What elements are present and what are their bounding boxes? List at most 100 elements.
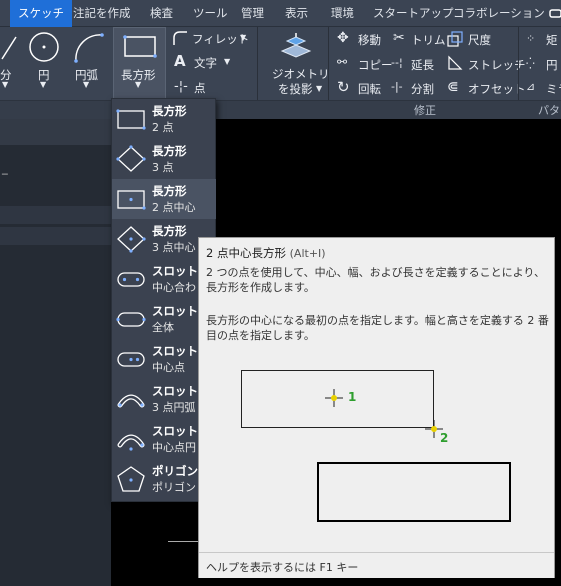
ribbon-panel-title-bar: 修正 パター <box>0 100 561 119</box>
tooltip-shortcut: (Alt+I) <box>289 247 326 260</box>
extend-icon[interactable]: --¦ <box>391 56 403 69</box>
overflow-icon[interactable] <box>549 8 561 19</box>
chevron-down-icon[interactable]: ▼ <box>240 33 246 42</box>
text-icon[interactable]: A <box>174 52 186 70</box>
rect-pattern-icon[interactable]: ⁘ <box>526 32 535 45</box>
rectangle-icon <box>123 35 157 58</box>
menu-item-rect-2point-center[interactable]: 長方形 2 点中心 <box>112 179 216 219</box>
tooltip-description: 2 つの点を使用して、中心、幅、および長さを定義することにより、長方形を作成しま… <box>206 266 545 294</box>
slot-center-point-arc-icon <box>117 434 145 451</box>
fillet-icon[interactable] <box>172 30 188 46</box>
project-geometry-icon[interactable] <box>279 31 313 61</box>
browser-dash: _ <box>2 161 8 175</box>
text-label[interactable]: 文字 <box>194 55 217 71</box>
rect-2point-center-icon <box>117 190 146 210</box>
chevron-down-icon[interactable]: ▼ <box>224 57 230 66</box>
ribbon-separator <box>518 27 519 100</box>
slot-3point-arc-icon <box>117 394 145 408</box>
tab-getstarted[interactable]: スタートアップ <box>373 0 454 27</box>
offset-label[interactable]: オフセット <box>468 81 526 97</box>
copy-icon[interactable]: ⚯ <box>337 55 347 69</box>
menu-item-title: ポリゴン <box>152 464 198 478</box>
tooltip-instructions: 長方形の中心になる最初の点を指定します。幅と高さを定義する 2 番目の点を指定し… <box>206 314 549 342</box>
slot-overall-icon <box>116 312 146 327</box>
circular-pattern-icon[interactable]: ⁛ <box>526 57 535 70</box>
tab-environment[interactable]: 環境 <box>331 0 354 27</box>
model-browser-panel: _ <box>0 119 111 586</box>
offset-icon[interactable]: ⋐ <box>447 79 459 95</box>
tab-annotate[interactable]: 注記を作成 <box>73 0 131 27</box>
mirror-icon[interactable]: ⊿ <box>526 80 535 93</box>
circle-icon[interactable] <box>28 31 62 65</box>
line-icon[interactable] <box>0 33 20 63</box>
mirror-label[interactable]: ミラ <box>546 81 561 97</box>
tab-view[interactable]: 表示 <box>285 0 308 27</box>
tab-tools[interactable]: ツール <box>193 0 228 27</box>
canvas-edge-line <box>168 541 198 542</box>
chevron-down-icon[interactable]: ▼ <box>2 80 8 89</box>
polygon-icon <box>117 466 145 492</box>
browser-row[interactable] <box>0 227 111 245</box>
project-geometry-label-2[interactable]: を投影 <box>278 81 313 97</box>
menu-item-title: スロット <box>152 424 198 438</box>
rect-pattern-label[interactable]: 矩 <box>546 32 558 48</box>
scale-icon[interactable] <box>447 31 463 47</box>
menu-item-title: スロット <box>152 264 198 278</box>
menu-item-subtitle: 2 点 <box>152 121 174 134</box>
project-geometry-label-1[interactable]: ジオメトリ <box>272 66 330 82</box>
menu-item-title: 長方形 <box>152 184 187 198</box>
tooltip-illustration <box>241 370 511 522</box>
tooltip-footer-text: ヘルプを表示するには F1 キー <box>206 561 359 574</box>
extend-label[interactable]: 延長 <box>411 57 434 73</box>
rect-2point-icon <box>116 109 146 130</box>
slot-center-point-icon <box>117 352 145 367</box>
stretch-icon[interactable] <box>447 55 463 71</box>
point-icon[interactable]: -¦- <box>174 79 188 94</box>
ribbon-separator <box>328 27 329 100</box>
tab-inspect[interactable]: 検査 <box>150 0 173 27</box>
point-label[interactable]: 点 <box>194 80 206 96</box>
menu-item-title: 長方形 <box>152 224 187 238</box>
menu-item-title: スロット <box>152 344 198 358</box>
move-label[interactable]: 移動 <box>358 32 381 48</box>
menu-item-rect-3point[interactable]: 長方形 3 点 <box>112 139 216 179</box>
tab-manage[interactable]: 管理 <box>241 0 264 27</box>
menu-item-title: スロット <box>152 304 198 318</box>
panel-title-modify[interactable]: 修正 <box>414 102 436 118</box>
circular-pattern-label[interactable]: 円 <box>546 57 558 73</box>
rotate-label[interactable]: 回転 <box>358 81 381 97</box>
trim-label[interactable]: トリム <box>411 32 446 48</box>
menu-item-title: 長方形 <box>152 144 187 158</box>
move-icon[interactable]: ✥ <box>337 30 349 46</box>
tab-sketch[interactable]: スケッチ <box>10 0 72 27</box>
tooltip-title: 2 点中心長方形 (Alt+I) <box>206 245 326 261</box>
browser-row[interactable] <box>0 206 111 224</box>
slot-center-to-center-icon <box>117 272 145 287</box>
rotate-icon[interactable]: ↻ <box>337 78 350 96</box>
menu-item-rect-2point[interactable]: 長方形 2 点 <box>112 99 216 139</box>
rectangle-button[interactable]: 長方形 ▼ <box>113 27 166 100</box>
tooltip-title-text: 2 点中心長方形 <box>206 246 286 260</box>
stretch-label[interactable]: ストレッチ <box>468 57 526 73</box>
chevron-down-icon[interactable]: ▼ <box>40 80 46 89</box>
browser-header <box>0 119 111 145</box>
chevron-down-icon[interactable]: ▼ <box>316 84 322 93</box>
ribbon-tab-bar: スケッチ 注記を作成 検査 ツール 管理 表示 環境 スタートアップ コラボレー… <box>0 0 561 27</box>
tooltip-footer: ヘルプを表示するには F1 キー <box>199 552 554 578</box>
copy-label[interactable]: コピー <box>358 57 393 73</box>
menu-item-title: 長方形 <box>152 104 187 118</box>
trim-icon[interactable]: ✂ <box>393 30 405 46</box>
panel-title-pattern[interactable]: パター <box>538 102 561 118</box>
rect-3point-icon <box>116 145 146 172</box>
ribbon-separator <box>257 27 258 100</box>
tab-collaboration[interactable]: コラボレーション <box>453 0 545 27</box>
arc-icon[interactable] <box>72 31 106 65</box>
rect-3point-center-icon <box>117 226 146 253</box>
menu-item-subtitle: 2 点中心 <box>152 201 196 214</box>
split-label[interactable]: 分割 <box>411 81 434 97</box>
menu-item-subtitle: 3 点 <box>152 161 174 174</box>
chevron-down-icon[interactable]: ▼ <box>83 80 89 89</box>
split-icon[interactable]: -|- <box>391 80 403 93</box>
point-label-1: 1 <box>348 390 357 404</box>
scale-label[interactable]: 尺度 <box>468 32 491 48</box>
